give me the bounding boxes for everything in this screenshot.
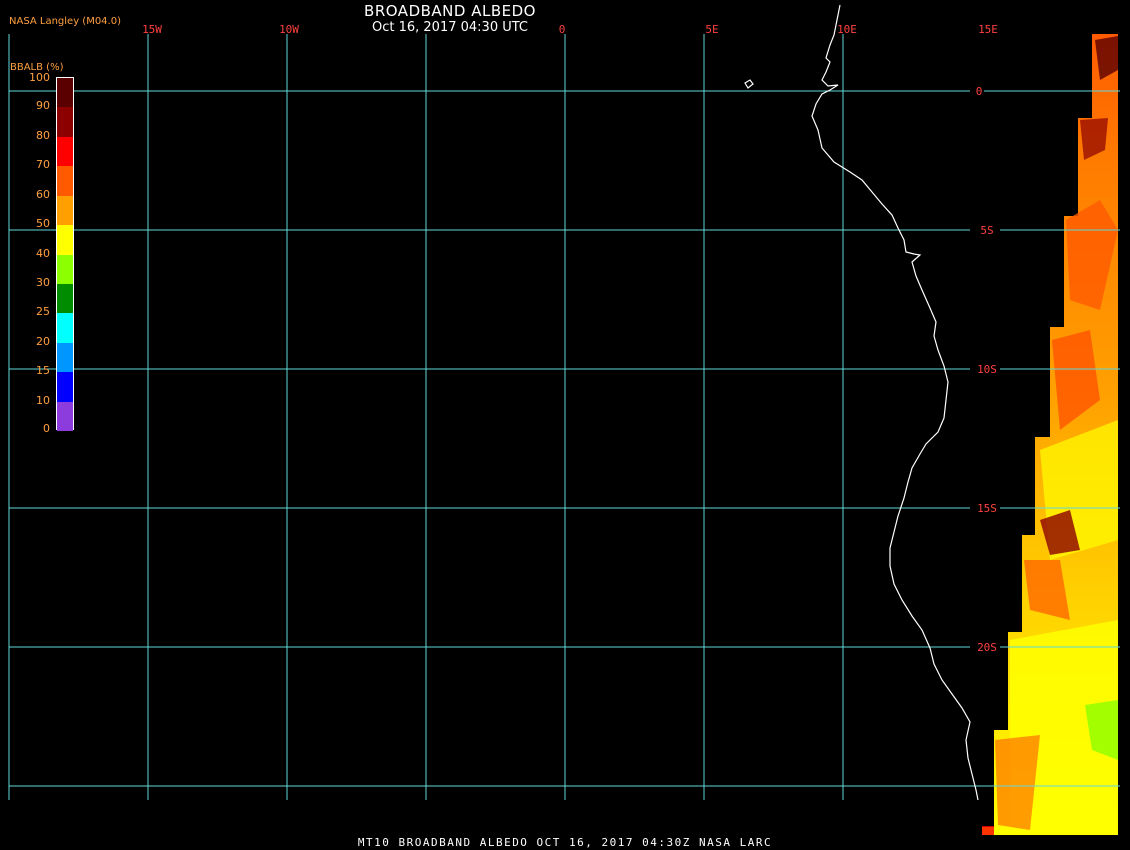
colorbar-segment <box>57 313 73 344</box>
lon-label-15e: 15E <box>978 23 998 36</box>
colorbar-segment <box>57 372 73 403</box>
footer-caption: MT10 BROADBAND ALBEDO OCT 16, 2017 04:30… <box>357 836 773 849</box>
colorbar-segment <box>57 195 73 226</box>
satellite-map: 15W 10W 0 5E 10E 15E 0 5S 10S 15S 20S <box>8 4 1120 835</box>
graticule-grid <box>8 34 1120 800</box>
colorbar-segment <box>57 283 73 314</box>
colorbar-tick-label: 80 <box>36 128 50 142</box>
colorbar-tick-label: 100 <box>29 71 50 84</box>
colorbar-tick-label: 40 <box>36 246 50 260</box>
map-title: BROADBAND ALBEDO <box>364 2 536 20</box>
producer-credit: NASA Langley (M04.0) <box>9 16 121 27</box>
colorbar-segment <box>57 254 73 285</box>
colorbar-segment <box>57 78 73 108</box>
lat-label-0: 0 <box>976 85 983 98</box>
colorbar-segment <box>57 401 73 432</box>
colorbar-tick-label: 25 <box>36 305 50 319</box>
colorbar-segment <box>57 107 73 138</box>
colorbar-tick-label: 60 <box>36 187 50 201</box>
colorbar-tick-label: 30 <box>36 275 50 289</box>
colorbar <box>56 77 74 432</box>
lat-label-10s: 10S <box>977 363 997 376</box>
lat-label-20s: 20S <box>977 641 997 654</box>
colorbar-segment <box>57 225 73 255</box>
latitude-labels: 0 5S 10S 15S 20S <box>970 85 1000 654</box>
coastline <box>744 4 979 801</box>
colorbar-tick-label: 90 <box>36 99 50 113</box>
colorbar-tick-label: 0 <box>43 422 50 435</box>
colorbar-segment <box>57 136 73 167</box>
colorbar-tick-label: 15 <box>36 364 50 378</box>
colorbar-tick-label: 20 <box>36 334 50 348</box>
colorbar-tick-label: 10 <box>36 393 50 407</box>
lat-label-15s: 15S <box>977 502 997 515</box>
colorbar-tick-label: 70 <box>36 158 50 172</box>
lat-label-5s: 5S <box>980 224 993 237</box>
colorbar-segment <box>57 342 73 373</box>
map-timestamp: Oct 16, 2017 04:30 UTC <box>372 20 528 35</box>
colorbar-segment <box>57 166 73 197</box>
albedo-swath <box>982 34 1118 835</box>
colorbar-tick-label: 50 <box>36 217 50 231</box>
